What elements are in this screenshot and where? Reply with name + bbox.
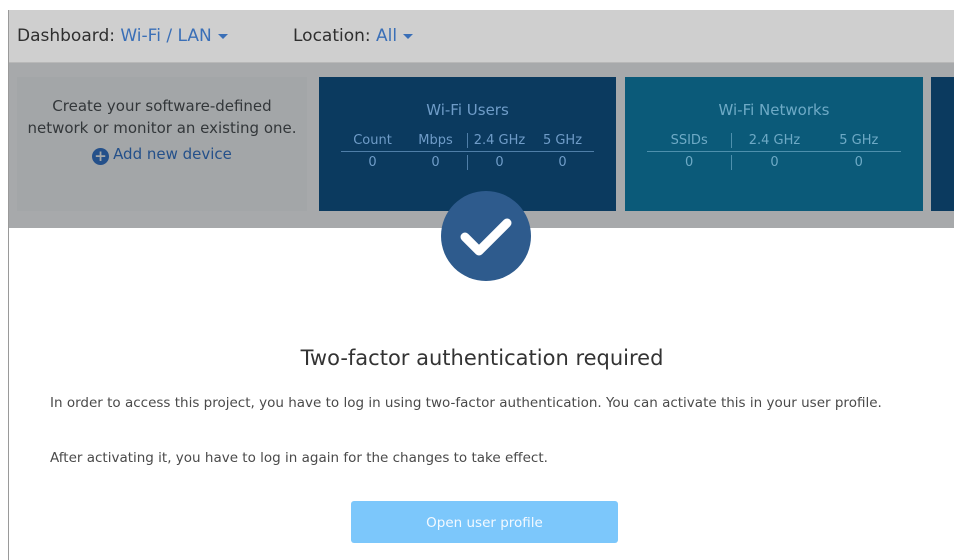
stat-value: 0 bbox=[467, 155, 531, 170]
dashboard-label: Dashboard: bbox=[17, 26, 115, 46]
stat-value: 0 bbox=[731, 155, 816, 170]
dashboard-value: Wi-Fi / LAN bbox=[120, 26, 212, 46]
add-device-link[interactable]: + Add new device bbox=[17, 145, 307, 165]
wifi-users-header-row: Count Mbps 2.4 GHz 5 GHz bbox=[341, 133, 594, 152]
stat-header: 2.4 GHz bbox=[731, 133, 816, 148]
stat-header: 2.4 GHz bbox=[467, 133, 531, 148]
stat-header: Mbps bbox=[418, 133, 453, 148]
stat-value: 0 bbox=[431, 155, 440, 170]
check-mark-icon bbox=[460, 218, 512, 256]
modal-title: Two-factor authentication required bbox=[300, 346, 664, 370]
create-network-card: Create your software-defined network or … bbox=[17, 77, 307, 211]
stat-header: SSIDs bbox=[670, 133, 708, 148]
modal-paragraph: After activating it, you have to log in … bbox=[50, 450, 548, 466]
chevron-down-icon bbox=[403, 33, 414, 39]
partial-stat-card bbox=[931, 77, 954, 211]
open-user-profile-button[interactable]: Open user profile bbox=[351, 501, 618, 543]
stat-header: 5 GHz bbox=[542, 133, 583, 148]
dashboard-selector[interactable]: Dashboard: Wi-Fi / LAN bbox=[17, 26, 228, 46]
stat-header: 5 GHz bbox=[839, 133, 879, 148]
stat-value: 0 bbox=[558, 155, 567, 170]
plus-circle-icon: + bbox=[92, 148, 110, 165]
wifi-networks-value-row: 0 0 0 bbox=[647, 155, 901, 170]
create-network-text: Create your software-defined network or … bbox=[27, 97, 297, 137]
stat-value: 0 bbox=[854, 155, 863, 170]
stat-value: 0 bbox=[368, 155, 377, 170]
wifi-users-title: Wi-Fi Users bbox=[426, 101, 509, 119]
add-device-label: Add new device bbox=[113, 145, 232, 163]
location-value: All bbox=[376, 26, 398, 46]
location-label: Location: bbox=[293, 26, 371, 46]
app-frame: Dashboard: Wi-Fi / LAN Location: All Cre… bbox=[8, 10, 954, 560]
wifi-networks-card: Wi-Fi Networks SSIDs 2.4 GHz 5 GHz 0 0 0 bbox=[625, 77, 923, 211]
location-selector[interactable]: Location: All bbox=[293, 26, 414, 46]
wifi-networks-header-row: SSIDs 2.4 GHz 5 GHz bbox=[647, 133, 901, 152]
stat-header: Count bbox=[353, 133, 392, 148]
top-bar: Dashboard: Wi-Fi / LAN Location: All bbox=[9, 10, 954, 63]
stat-value: 0 bbox=[685, 155, 694, 170]
check-circle-icon bbox=[441, 191, 531, 281]
modal-paragraph: In order to access this project, you hav… bbox=[50, 395, 882, 411]
wifi-networks-title: Wi-Fi Networks bbox=[718, 101, 830, 119]
wifi-users-value-row: 0 0 0 0 bbox=[341, 155, 594, 170]
chevron-down-icon bbox=[217, 33, 228, 39]
